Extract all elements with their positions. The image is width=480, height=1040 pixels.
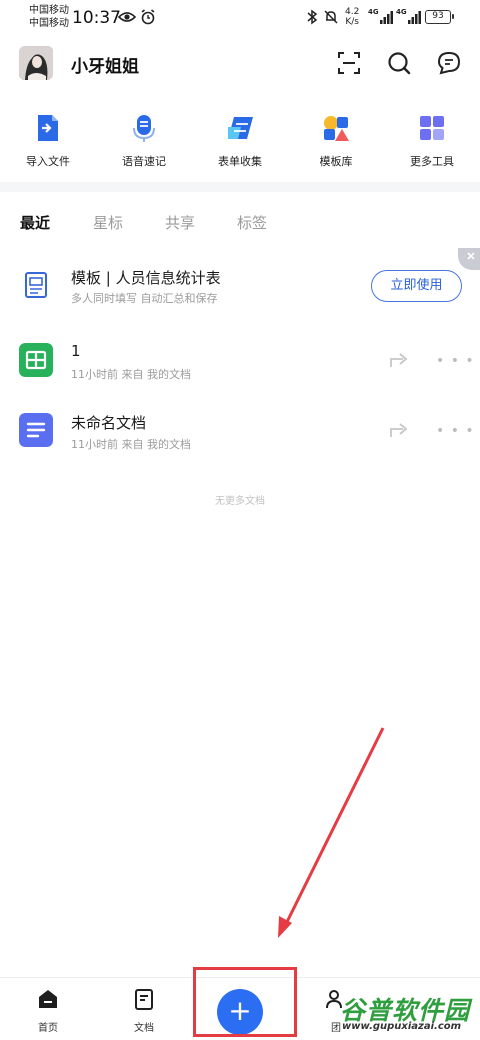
tool-more-tools[interactable]: 更多工具 [384, 110, 480, 169]
carrier-1: 中国移动 [29, 5, 69, 16]
tab-tags[interactable]: 标签 [237, 212, 267, 233]
no-more-docs: 无更多文档 [215, 496, 265, 507]
import-file-icon [38, 115, 58, 141]
grid-icon [420, 116, 444, 140]
avatar[interactable] [19, 46, 53, 80]
list-item[interactable]: 未命名文档 11小时前 来自 我的文档 • • • [0, 405, 480, 455]
alarm-icon [141, 9, 155, 25]
template-subtitle: 多人同时填写 自动汇总和保存 [71, 292, 218, 305]
battery-indicator: 93 [425, 10, 454, 24]
carrier-2: 中国移动 [29, 18, 69, 29]
signal-2: 4G [396, 8, 422, 29]
status-time: 10:37 [72, 8, 121, 28]
tool-label: 模板库 [319, 155, 353, 168]
username: 小牙姐姐 [71, 57, 139, 77]
more-options-icon[interactable]: • • • [436, 424, 475, 438]
tool-label: 语音速记 [122, 155, 166, 168]
tool-label: 表单收集 [218, 155, 262, 168]
carrier-info: 中国移动 中国移动 [29, 4, 69, 30]
doc-subtitle: 11小时前 来自 我的文档 [71, 368, 191, 381]
quick-tools: 导入文件 语音速记 表单收集 模板库 更多工具 [0, 110, 480, 172]
home-icon [39, 990, 57, 1008]
tool-import-file[interactable]: 导入文件 [0, 110, 96, 169]
tab-starred[interactable]: 星标 [93, 212, 123, 233]
docs-icon [135, 989, 153, 1010]
list-item[interactable]: 1 11小时前 来自 我的文档 • • • [0, 335, 480, 385]
doc-title: 未命名文档 [71, 414, 147, 432]
avatar-image [19, 46, 53, 80]
signal-1-label: 4G [368, 8, 379, 16]
nav-home[interactable]: 首页 [18, 988, 78, 1034]
doc-subtitle: 11小时前 来自 我的文档 [71, 438, 191, 451]
speed-unit: K/s [345, 17, 359, 27]
eye-icon [118, 12, 136, 22]
signal-1: 4G [368, 8, 394, 29]
tool-form-collect[interactable]: 表单收集 [192, 110, 288, 169]
watermark-url: www.gupuxiazai.com [342, 1021, 462, 1032]
doc-title: 1 [71, 342, 81, 360]
speed-value: 4.2 [345, 7, 360, 17]
share-icon[interactable] [388, 350, 410, 370]
spreadsheet-icon [19, 343, 53, 377]
search-icon[interactable] [386, 50, 412, 76]
template-row[interactable]: 模板 | 人员信息统计表 多人同时填写 自动汇总和保存 立即使用 [0, 258, 480, 308]
mute-bell-icon [324, 10, 338, 24]
nav-docs[interactable]: 文档 [114, 988, 174, 1034]
share-icon[interactable] [388, 420, 410, 440]
tool-template-lib[interactable]: 模板库 [288, 110, 384, 169]
form-icon [228, 117, 253, 139]
message-icon[interactable] [436, 50, 462, 76]
tab-recent[interactable]: 最近 [20, 212, 50, 233]
nav-home-label: 首页 [38, 1023, 58, 1034]
use-template-button[interactable]: 立即使用 [371, 270, 462, 302]
microphone-icon [133, 115, 155, 142]
section-divider [0, 182, 480, 192]
document-icon [19, 413, 53, 447]
template-doc-icon [25, 272, 47, 298]
tool-label: 更多工具 [410, 155, 454, 168]
status-bar: 中国移动 中国移动 10:37 4.2 K/s 4G 4G 93 [0, 0, 480, 36]
signal-2-label: 4G [396, 8, 407, 16]
network-speed: 4.2 K/s [345, 7, 359, 27]
tab-shared[interactable]: 共享 [165, 212, 195, 233]
scan-icon[interactable] [336, 50, 362, 76]
more-options-icon[interactable]: • • • [436, 354, 475, 368]
nav-docs-label: 文档 [134, 1023, 154, 1034]
tool-voice-note[interactable]: 语音速记 [96, 110, 192, 169]
template-icon [324, 116, 349, 141]
tool-label: 导入文件 [26, 155, 70, 168]
app-header: 小牙姐姐 [0, 44, 480, 84]
highlight-box [193, 967, 297, 1037]
template-title: 模板 | 人员信息统计表 [71, 269, 221, 287]
watermark: 谷普软件园 www.gupuxiazai.com [332, 988, 480, 1040]
bluetooth-icon [307, 9, 318, 25]
